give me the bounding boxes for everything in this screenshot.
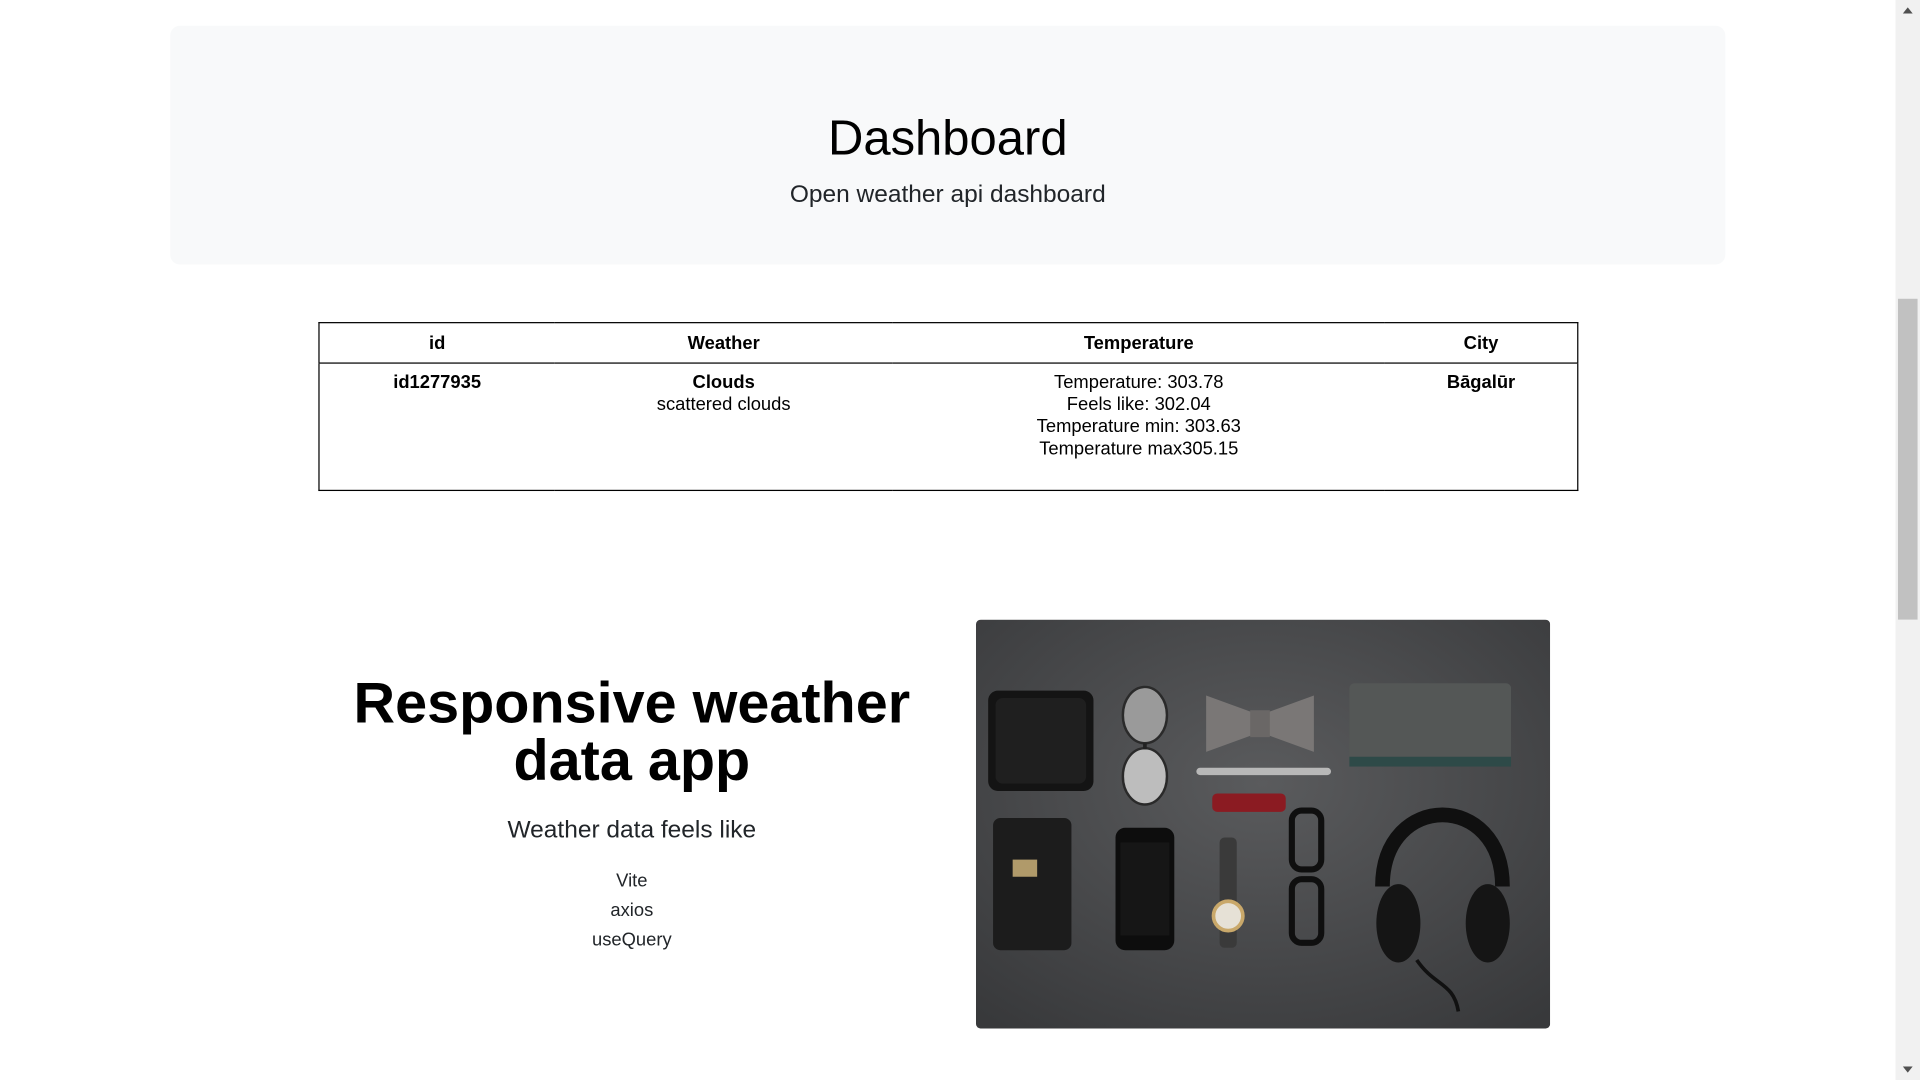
vertical-scrollbar[interactable] bbox=[1895, 0, 1920, 1080]
cell-city: Bāgalūr bbox=[1385, 363, 1578, 490]
cell-id: id1277935 bbox=[319, 363, 555, 490]
feature-section: Responsive weather data app Weather data… bbox=[318, 673, 945, 955]
smartphone-icon bbox=[1115, 827, 1175, 951]
table-header-row: id Weather Temperature City bbox=[318, 322, 1578, 364]
feature-image bbox=[975, 619, 1551, 1029]
pen-icon bbox=[1196, 767, 1332, 776]
list-item: Vite bbox=[616, 870, 648, 892]
page-subtitle: Open weather api dashboard bbox=[789, 181, 1106, 209]
temp-min-value: Temperature min: 303.63 bbox=[1036, 416, 1241, 438]
dashboard-header: Dashboard Open weather api dashboard bbox=[170, 25, 1726, 265]
feels-like-value: Feels like: 302.04 bbox=[1066, 394, 1211, 416]
scroll-down-arrow-icon[interactable] bbox=[1895, 1059, 1920, 1080]
weather-table: id Weather Temperature City id1277935 Cl… bbox=[318, 322, 1579, 492]
weather-id: id1277935 bbox=[393, 372, 482, 394]
cell-temperature: Temperature: 303.78 Feels like: 302.04 T… bbox=[893, 363, 1385, 490]
notebook-icon bbox=[1349, 683, 1512, 767]
table-row: id1277935 Clouds scattered clouds Temper… bbox=[319, 363, 1578, 490]
knife-icon bbox=[1212, 793, 1286, 812]
page: Dashboard Open weather api dashboard id … bbox=[0, 0, 1896, 1080]
page-title: Dashboard bbox=[827, 111, 1068, 166]
wallet-icon bbox=[988, 690, 1094, 792]
column-header-weather: Weather bbox=[554, 322, 893, 364]
list-item: axios bbox=[610, 900, 654, 921]
feature-title: Responsive weather data app bbox=[353, 669, 911, 793]
cell-weather: Clouds scattered clouds bbox=[555, 363, 893, 490]
temperature-value: Temperature: 303.78 bbox=[1054, 372, 1224, 394]
list-item: useQuery bbox=[592, 929, 672, 951]
city-name: Bāgalūr bbox=[1446, 372, 1516, 394]
weather-description: scattered clouds bbox=[656, 394, 791, 416]
feature-lead: Weather data feels like bbox=[507, 816, 757, 844]
temp-max-value: Temperature max305.15 bbox=[1039, 438, 1239, 460]
scroll-up-arrow-icon[interactable] bbox=[1895, 0, 1920, 21]
column-header-id: id bbox=[318, 322, 555, 364]
phone-case-icon bbox=[993, 817, 1072, 951]
scroll-thumb[interactable] bbox=[1897, 298, 1918, 620]
tech-list: Vite axios useQuery bbox=[318, 867, 945, 955]
column-header-city: City bbox=[1384, 322, 1578, 364]
weather-main: Clouds bbox=[692, 372, 755, 394]
column-header-temperature: Temperature bbox=[892, 322, 1385, 364]
